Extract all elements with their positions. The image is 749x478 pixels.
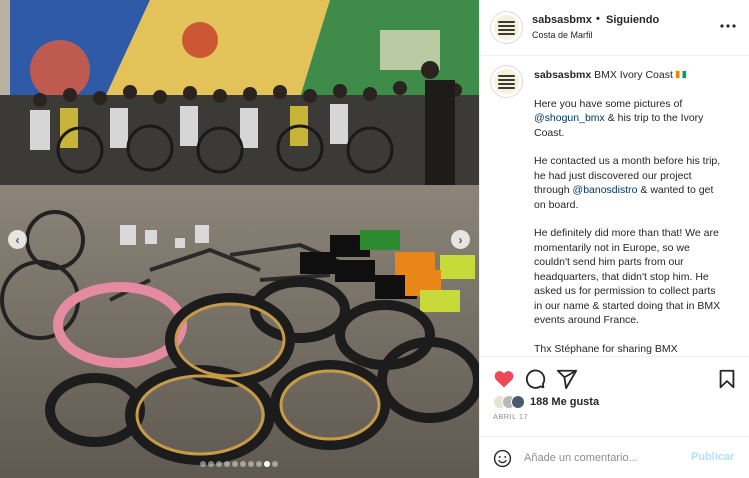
carousel-dot xyxy=(216,461,222,467)
carousel-dot xyxy=(248,461,254,467)
next-photo-button[interactable]: › xyxy=(451,230,470,249)
carousel-dot xyxy=(256,461,262,467)
smiley-icon xyxy=(493,449,512,468)
bookmark-icon xyxy=(719,369,735,389)
publish-button[interactable]: Publicar xyxy=(691,451,734,463)
more-options-icon[interactable] xyxy=(720,16,736,34)
carousel-indicator xyxy=(200,461,278,467)
save-button[interactable] xyxy=(716,368,738,390)
paper-plane-icon xyxy=(556,369,578,390)
post-date[interactable]: ABRIL 17 xyxy=(493,412,528,421)
caption-title: BMX Ivory Coast xyxy=(594,69,673,81)
avatar[interactable] xyxy=(490,65,523,98)
caption-paragraph-3: He definitely did more than that! We are… xyxy=(534,227,721,326)
emoji-button[interactable] xyxy=(493,449,512,468)
post-photo[interactable]: ‹ › xyxy=(0,0,479,478)
avatar[interactable] xyxy=(490,11,523,44)
carousel-dot xyxy=(208,461,214,467)
mention-link-shogun[interactable]: @shogun_bmx xyxy=(534,112,605,124)
comment-box: Publicar xyxy=(480,436,749,478)
mention-link-banosdistro[interactable]: @banosdistro xyxy=(573,184,638,196)
post-caption: sabsasbmx BMX Ivory Coast Here you have … xyxy=(480,57,749,355)
comment-bubble-icon xyxy=(525,369,546,389)
carousel-dot xyxy=(240,461,246,467)
following-button[interactable]: Siguiendo xyxy=(606,14,659,26)
post-actions: 188 Me gusta ABRIL 17 xyxy=(480,356,749,436)
chevron-left-icon: ‹ xyxy=(15,232,20,247)
chevron-right-icon: › xyxy=(458,232,463,247)
avatar-image xyxy=(494,15,519,40)
username-link[interactable]: sabsasbmx xyxy=(532,14,592,26)
location-link[interactable]: Costa de Marfil xyxy=(532,30,593,40)
post-header: sabsasbmx • Siguiendo Costa de Marfil xyxy=(480,0,749,56)
carousel-dot xyxy=(272,461,278,467)
previous-photo-button[interactable]: ‹ xyxy=(8,230,27,249)
caption-paragraph-1a: Here you have some pictures of xyxy=(534,97,683,110)
photo-illustration xyxy=(0,0,479,478)
carousel-dot xyxy=(264,461,270,467)
caption-paragraph-4: Thx Stéphane for sharing BMX xyxy=(534,342,678,355)
carousel-dot xyxy=(224,461,230,467)
like-button[interactable] xyxy=(493,368,515,390)
avatar-image xyxy=(494,69,519,94)
separator-dot: • xyxy=(596,13,600,25)
carousel-dot xyxy=(232,461,238,467)
heart-icon xyxy=(494,371,514,388)
ellipsis-icon xyxy=(720,24,736,28)
likes-count[interactable]: 188 Me gusta xyxy=(530,396,599,408)
post-sidebar: sabsasbmx • Siguiendo Costa de Marfil sa… xyxy=(479,0,749,478)
carousel-dot xyxy=(200,461,206,467)
caption-text: sabsasbmx BMX Ivory Coast Here you have … xyxy=(534,68,726,355)
comment-input[interactable] xyxy=(524,449,684,467)
liker-avatar xyxy=(511,395,525,409)
likes-summary: 188 Me gusta xyxy=(493,394,599,410)
post-modal: ‹ › sabsasbmx • Siguiendo Costa de Marfi… xyxy=(0,0,749,478)
share-button[interactable] xyxy=(556,368,578,390)
ivory-coast-flag-icon xyxy=(674,70,687,79)
comment-button[interactable] xyxy=(524,368,546,390)
caption-username[interactable]: sabsasbmx xyxy=(534,69,591,81)
